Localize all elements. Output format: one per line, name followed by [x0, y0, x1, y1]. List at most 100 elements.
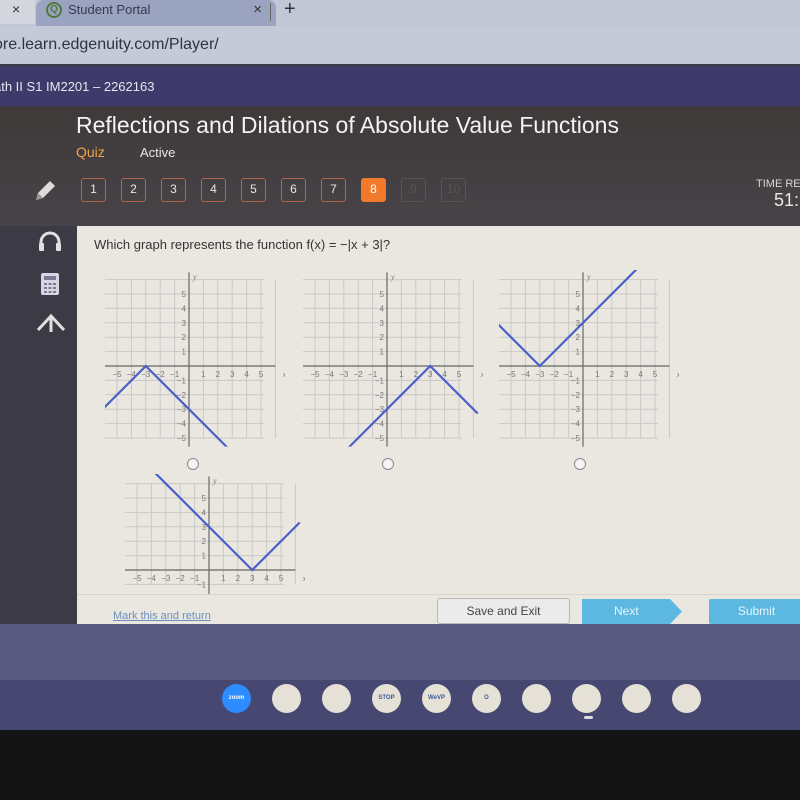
x-tick-label: −5: [506, 370, 516, 379]
zoom-app-icon[interactable]: zoom: [222, 684, 251, 713]
save-and-exit-button[interactable]: Save and Exit: [437, 598, 570, 624]
y-tick-label: −1: [177, 376, 187, 385]
new-tab-button[interactable]: +: [284, 0, 296, 21]
y-tick-label: 2: [182, 333, 187, 342]
y-tick-label: 3: [380, 319, 385, 328]
x-axis-label: x: [282, 370, 285, 379]
y-tick-label: −2: [571, 391, 581, 400]
running-indicator: [584, 716, 593, 719]
y-tick-label: −1: [375, 376, 385, 385]
y-tick-label: 1: [182, 348, 187, 357]
x-tick-label: −2: [176, 574, 186, 583]
x-tick-label: −3: [141, 370, 151, 379]
x-tick-label: 5: [259, 370, 264, 379]
address-bar[interactable]: ore.learn.edgenuity.com/Player/: [0, 26, 800, 64]
x-tick-label: −4: [147, 574, 157, 583]
tab-bar: × Q Student Portal × +: [0, 0, 800, 26]
y-axis-label: y: [390, 273, 395, 282]
x-axis-label: x: [676, 370, 679, 379]
y-tick-label: 4: [380, 304, 385, 313]
x-tick-label: −2: [550, 370, 560, 379]
y-axis-label: y: [586, 273, 591, 282]
x-tick-label: −4: [325, 370, 335, 379]
y-axis-label: y: [192, 273, 197, 282]
y-tick-label: −5: [375, 434, 385, 443]
question-nav-button[interactable]: 8: [361, 178, 386, 202]
y-tick-label: 5: [380, 290, 385, 299]
y-tick-label: 5: [576, 290, 581, 299]
x-tick-label: 3: [250, 574, 255, 583]
google-classroom-app-icon[interactable]: [322, 684, 351, 713]
url-text[interactable]: ore.learn.edgenuity.com/Player/: [0, 36, 219, 54]
x-tick-label: 3: [428, 370, 433, 379]
x-tick-label: 2: [610, 370, 615, 379]
y-tick-label: 1: [380, 348, 385, 357]
close-icon[interactable]: ×: [12, 1, 20, 17]
reference-icon[interactable]: [28, 306, 76, 338]
x-tick-label: −5: [132, 574, 142, 583]
question-nav: 1 2 3 4 5 6 7 8 9 10: [81, 178, 466, 202]
screen-bezel: [0, 730, 800, 800]
y-tick-label: 4: [202, 508, 207, 517]
x-tick-label: 5: [653, 370, 658, 379]
graph-option-d: −5−4−3−2−11234554321−1xy: [125, 474, 305, 594]
question-nav-button[interactable]: 7: [321, 178, 346, 202]
desktop-background: [0, 624, 800, 680]
course-name: ath II S1 IM2201 – 2262163: [0, 79, 155, 94]
headphones-icon[interactable]: [28, 226, 76, 258]
y-tick-label: 4: [182, 304, 187, 313]
question-nav-button[interactable]: 3: [161, 178, 186, 202]
screen: × Q Student Portal × + ore.learn.edgenui…: [0, 0, 800, 730]
y-tick-label: 4: [576, 304, 581, 313]
tab-title: Student Portal: [68, 2, 151, 17]
y-tick-label: −5: [571, 434, 581, 443]
google-drive-backup-app-icon[interactable]: [272, 684, 301, 713]
question-nav-button[interactable]: 5: [241, 178, 266, 202]
radio-option-b[interactable]: [382, 458, 394, 470]
x-tick-label: −3: [161, 574, 171, 583]
google-docs-app-icon[interactable]: [622, 684, 651, 713]
radio-option-c[interactable]: [574, 458, 586, 470]
wevideo-app-icon[interactable]: WeVP: [422, 684, 451, 713]
stop-motion-app-icon[interactable]: STOP: [372, 684, 401, 713]
y-tick-label: −1: [571, 376, 581, 385]
x-tick-label: −3: [339, 370, 349, 379]
x-tick-label: −3: [535, 370, 545, 379]
y-tick-label: 5: [202, 494, 207, 503]
chrome-app-icon[interactable]: [572, 684, 601, 713]
tool-sidebar: [28, 226, 76, 338]
x-tick-label: −5: [310, 370, 320, 379]
graph-option-c: −5−4−3−2−11234554321−1−2−3−4−5xy: [499, 270, 679, 447]
x-tick-label: 1: [399, 370, 404, 379]
tab-student-portal[interactable]: Q Student Portal ×: [36, 0, 276, 26]
shelf-apps: zoom STOP WeVP O: [222, 684, 701, 713]
x-axis-label: x: [302, 574, 305, 583]
previous-tab[interactable]: ×: [0, 0, 35, 24]
question-nav-button[interactable]: 6: [281, 178, 306, 202]
question-nav-button[interactable]: 2: [121, 178, 146, 202]
mark-and-return-link[interactable]: Mark this and return: [113, 610, 211, 622]
pencil-icon[interactable]: [32, 178, 58, 204]
radio-option-a[interactable]: [187, 458, 199, 470]
close-icon[interactable]: ×: [253, 1, 262, 18]
course-bar: ath II S1 IM2201 – 2262163: [0, 66, 800, 106]
x-tick-label: −2: [354, 370, 364, 379]
x-tick-label: 2: [216, 370, 221, 379]
play-store-app-icon[interactable]: [672, 684, 701, 713]
question-nav-button[interactable]: 1: [81, 178, 106, 202]
next-button[interactable]: Next: [582, 599, 682, 624]
y-tick-label: 5: [182, 290, 187, 299]
question-nav-button: 10: [441, 178, 466, 202]
y-tick-label: 2: [380, 333, 385, 342]
calculator-icon[interactable]: [28, 268, 76, 300]
x-tick-label: 1: [595, 370, 600, 379]
google-drive-app-icon[interactable]: [522, 684, 551, 713]
graph-option-b: −5−4−3−2−11234554321−1−2−3−4−5xy: [303, 272, 483, 447]
y-tick-label: 1: [576, 348, 581, 357]
outlook-app-icon[interactable]: O: [472, 684, 501, 713]
question-nav-button[interactable]: 4: [201, 178, 226, 202]
submit-button[interactable]: Submit: [709, 599, 800, 624]
question-text: Which graph represents the function f(x)…: [94, 237, 391, 252]
favicon-icon: Q: [46, 2, 62, 18]
y-tick-label: −4: [177, 420, 187, 429]
